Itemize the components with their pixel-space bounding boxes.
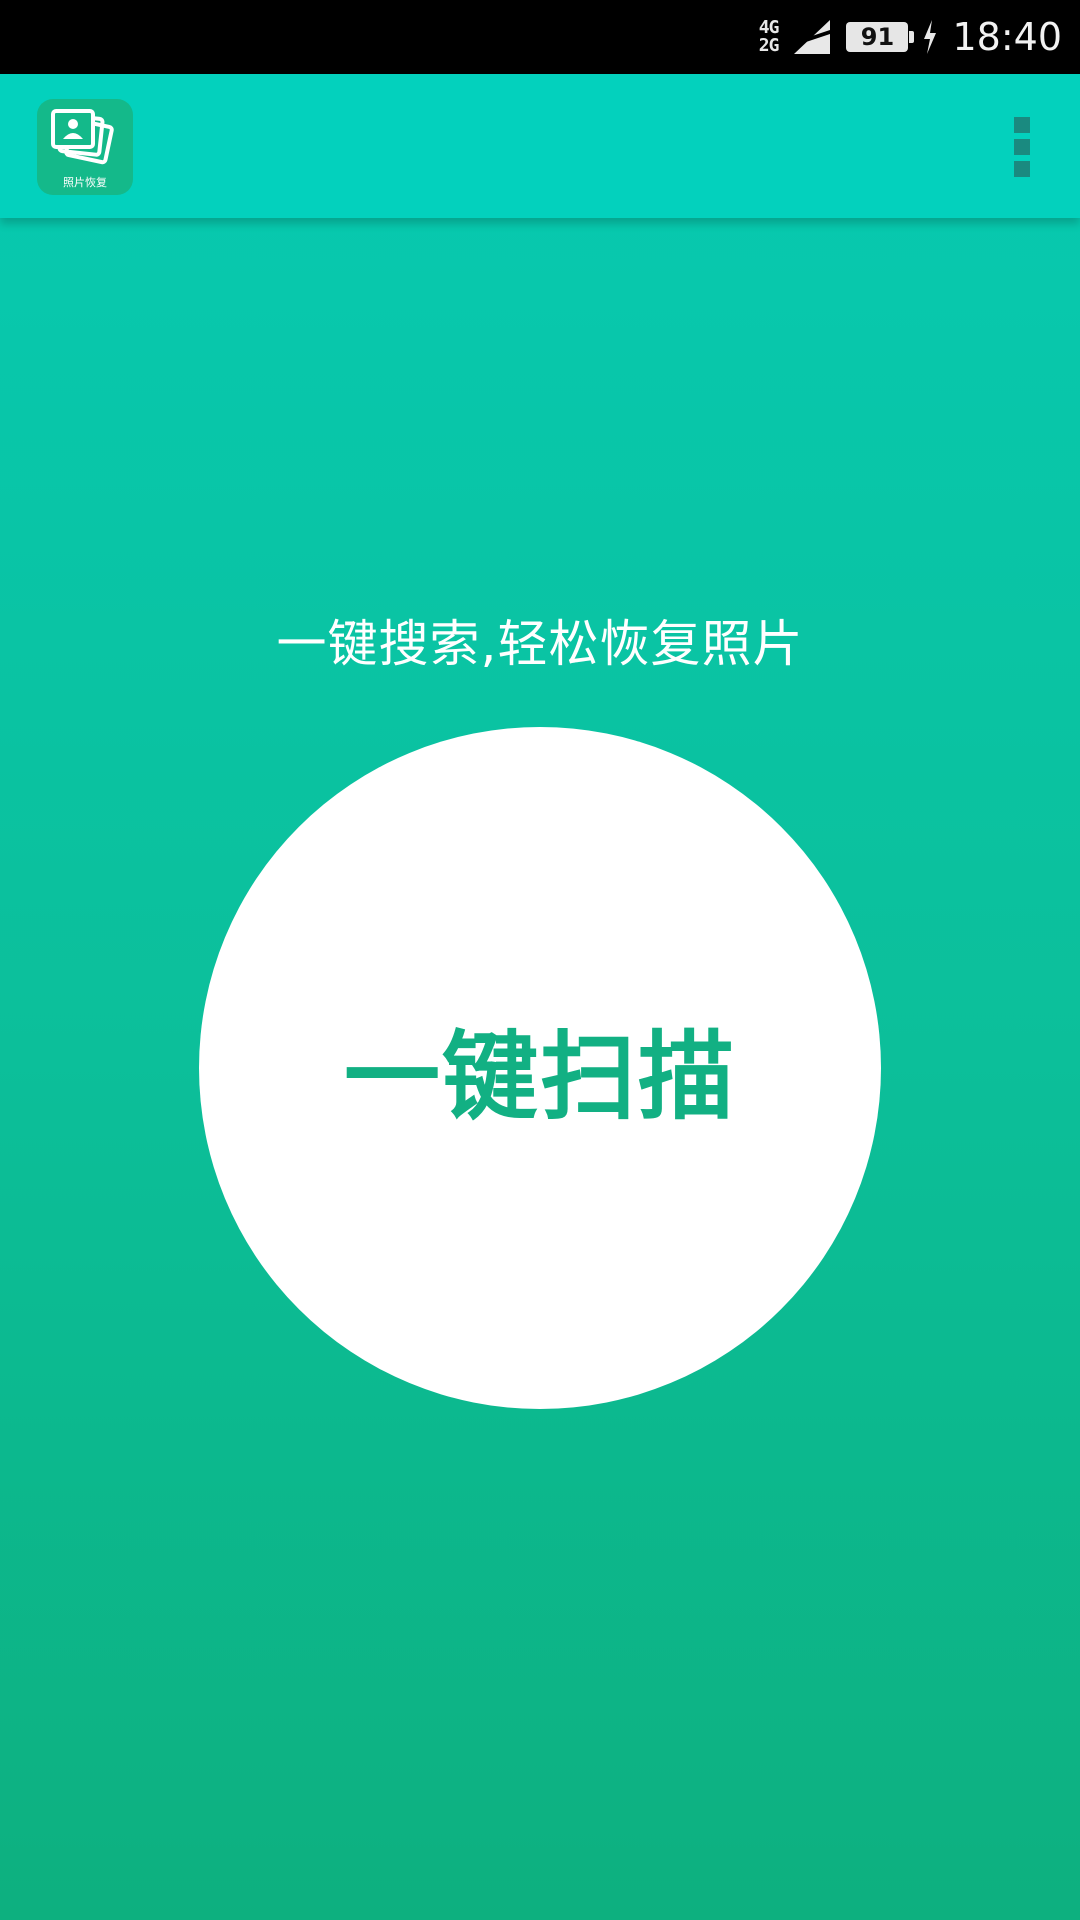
clock: 18:40 bbox=[952, 15, 1062, 59]
overflow-menu-button[interactable] bbox=[1012, 117, 1032, 177]
scan-button-label: 一键扫描 bbox=[344, 1020, 736, 1133]
overflow-menu-icon-dot bbox=[1014, 161, 1030, 177]
status-bar: 4G 2G 91 18:40 bbox=[0, 0, 1080, 74]
overflow-menu-icon bbox=[1014, 117, 1030, 133]
network-type-indicator: 4G 2G bbox=[758, 19, 780, 56]
photo-stack-icon bbox=[51, 109, 114, 165]
overflow-menu-icon-dot bbox=[1014, 139, 1030, 155]
scan-button[interactable]: 一键扫描 bbox=[199, 727, 881, 1409]
charging-icon bbox=[924, 20, 937, 54]
signal-strength-icon bbox=[794, 20, 831, 54]
app-logo: 照片恢复 bbox=[37, 99, 133, 195]
battery-level: 91 bbox=[860, 23, 895, 51]
battery-icon: 91 bbox=[846, 22, 915, 52]
network-type-bottom: 2G bbox=[758, 35, 780, 56]
status-icons: 4G 2G 91 18:40 bbox=[759, 0, 1062, 74]
tagline: 一键搜索,轻松恢复照片 bbox=[276, 615, 804, 673]
app-logo-label: 照片恢复 bbox=[63, 176, 107, 189]
app-bar: 照片恢复 bbox=[0, 74, 1080, 218]
